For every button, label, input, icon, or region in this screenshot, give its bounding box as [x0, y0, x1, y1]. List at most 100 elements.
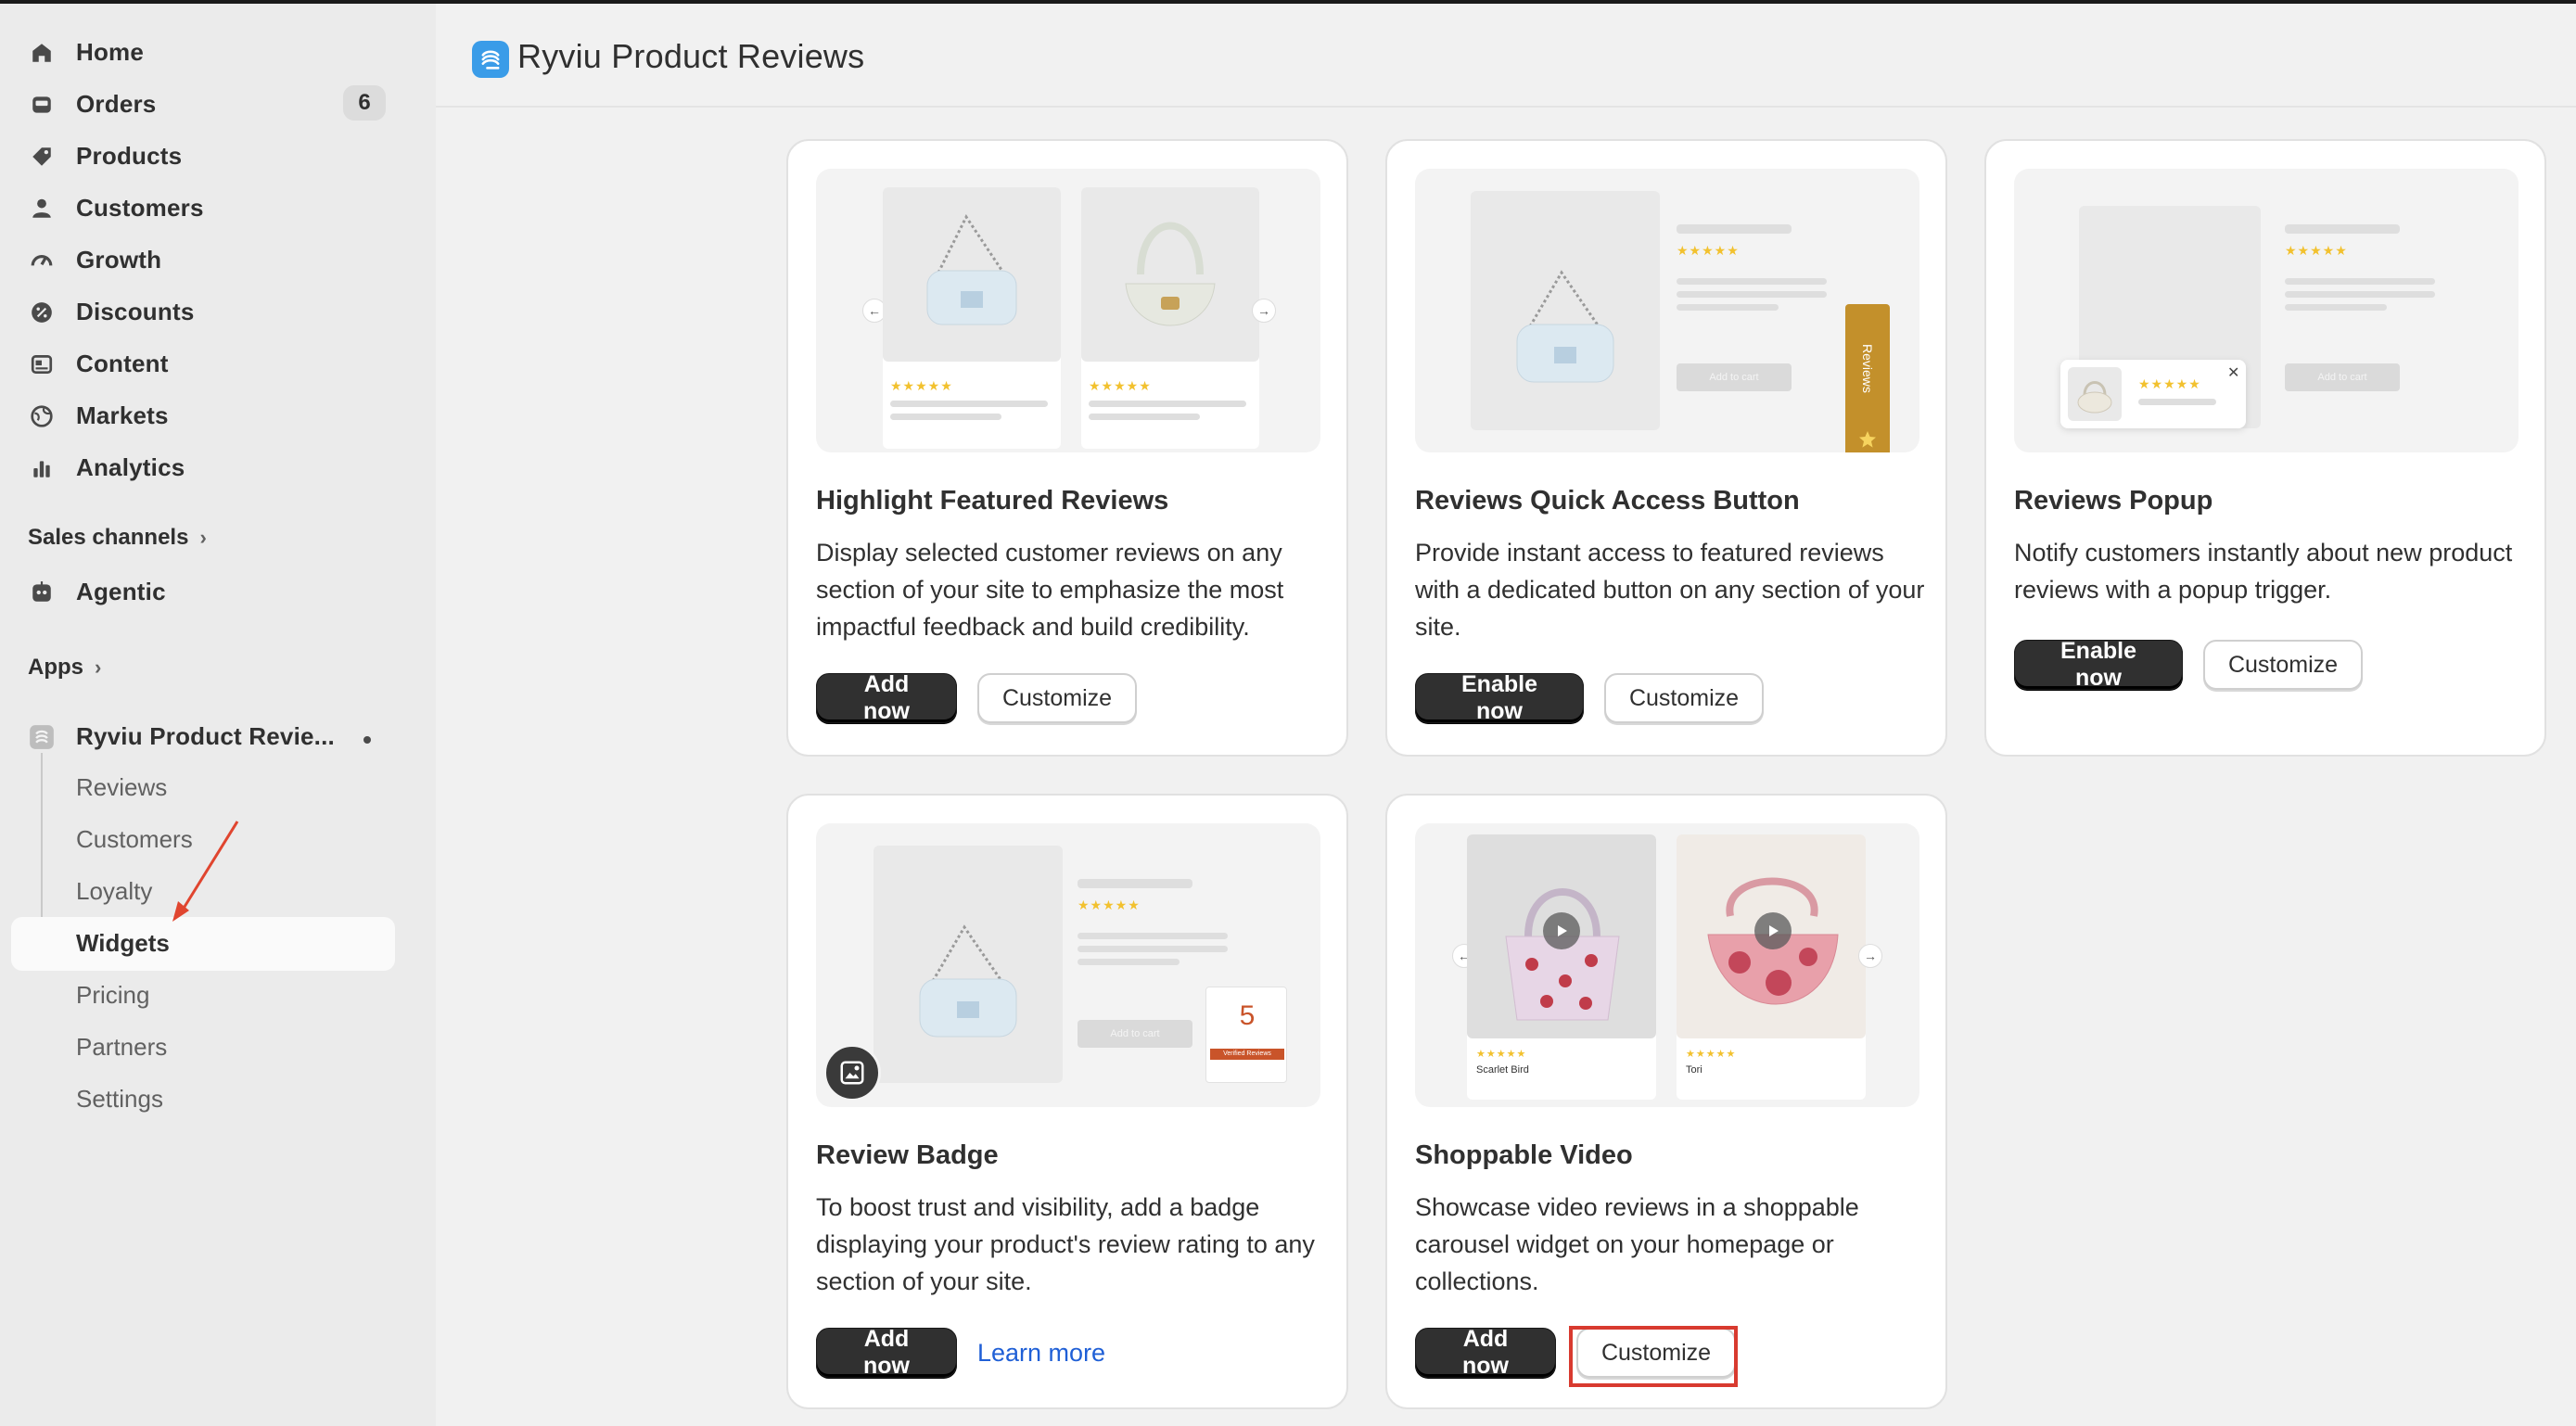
gauge-icon — [28, 247, 56, 274]
quick-access-preview: ★★★★★ Add to cart Reviews — [1415, 169, 1919, 452]
learn-more-link[interactable]: Learn more — [977, 1339, 1105, 1368]
nav-label: Analytics — [76, 452, 185, 481]
nav-customers[interactable]: Customers — [13, 182, 395, 234]
content-icon — [28, 350, 56, 378]
nav-orders[interactable]: Orders 6 — [13, 78, 395, 130]
widget-card-badge: ★★★★★ Add to cart 5 Verified Reviews Rev… — [786, 794, 1348, 1409]
stars-icon: ★★★★★ — [2138, 376, 2201, 391]
play-icon — [1754, 912, 1792, 949]
add-now-button[interactable]: Add now — [1415, 1326, 1556, 1379]
stars-icon: ★★★★★ — [1677, 243, 1740, 258]
text-placeholder — [1078, 879, 1192, 888]
text-placeholder — [1078, 959, 1180, 965]
subnav-reviews[interactable]: Reviews — [76, 773, 167, 802]
nav-label: Content — [76, 349, 169, 377]
enable-now-button[interactable]: Enable now — [1415, 671, 1584, 724]
nav-label: Agentic — [76, 577, 166, 605]
subnav-partners[interactable]: Partners — [76, 1033, 167, 1062]
enable-now-button[interactable]: Enable now — [2014, 638, 2183, 691]
text-placeholder — [890, 414, 1001, 420]
orders-count-badge: 6 — [343, 85, 386, 121]
card-title: Reviews Quick Access Button — [1415, 486, 1800, 516]
app-pin-dot — [363, 736, 371, 744]
bag-icon — [1505, 888, 1620, 1021]
customize-button[interactable]: Customize — [2203, 640, 2363, 690]
add-now-button[interactable]: Add now — [816, 671, 957, 724]
badge-strip: Verified Reviews — [1210, 1049, 1284, 1060]
nav-analytics[interactable]: Analytics — [13, 441, 395, 493]
text-placeholder — [1677, 224, 1792, 234]
stars-icon: ★★★★★ — [2285, 243, 2348, 258]
reviewer-name: Scarlet Bird — [1476, 1064, 1529, 1076]
chevron-right-icon: › — [95, 656, 102, 679]
nav-products[interactable]: Products — [13, 130, 395, 182]
preview-add-to-cart: Add to cart — [1078, 1020, 1192, 1048]
card-description: Showcase video reviews in a shoppable ca… — [1415, 1193, 1859, 1295]
highlight-annotation-box — [1569, 1326, 1738, 1387]
card-description: To boost trust and visibility, add a bad… — [816, 1193, 1315, 1295]
stars-icon: ★★★★★ — [890, 378, 953, 393]
nav-label: Customers — [76, 193, 204, 222]
text-placeholder — [1078, 933, 1228, 939]
text-placeholder — [1078, 946, 1228, 952]
nav-label: Products — [76, 141, 183, 170]
nav-label: Orders — [76, 89, 157, 118]
text-placeholder — [1677, 304, 1779, 311]
apps-header[interactable]: Apps › — [28, 655, 101, 681]
arrow-right-icon: → — [1858, 944, 1882, 968]
close-icon: ✕ — [2227, 365, 2240, 381]
subnav-pricing[interactable]: Pricing — [76, 981, 149, 1010]
reviews-tab-label: Reviews — [1860, 343, 1875, 393]
subnav-loyalty[interactable]: Loyalty — [76, 877, 152, 906]
badge-number: 5 — [1239, 1000, 1256, 1031]
widget-card-shoppable-video: ← ★★★★★ Scarlet Bird ★★★★★ Tori → Shoppa… — [1385, 794, 1947, 1409]
text-placeholder — [2285, 224, 2400, 234]
widget-card-highlight: ← ★★★★★ ★★★★★ → Highlight Featured Revie… — [786, 139, 1348, 757]
widget-card-popup: ★★★★★ Add to cart ★★★★★ ✕ Reviews Popup … — [1984, 139, 2546, 757]
shoppable-video-preview: ← ★★★★★ Scarlet Bird ★★★★★ Tori → — [1415, 823, 1919, 1107]
nav-markets[interactable]: Markets — [13, 389, 395, 441]
nav-discounts[interactable]: Discounts — [13, 286, 395, 337]
nav-app-ryviu[interactable]: Ryviu Product Revie... — [13, 710, 395, 762]
reviewer-name: Tori — [1686, 1064, 1702, 1076]
text-placeholder — [2285, 304, 2387, 311]
nav-content[interactable]: Content — [13, 337, 395, 389]
tag-icon — [28, 143, 56, 171]
annotation-arrow — [172, 821, 239, 922]
person-icon — [28, 195, 56, 223]
widget-card-quick-access: ★★★★★ Add to cart Reviews Reviews Quick … — [1385, 139, 1947, 757]
subnav-settings[interactable]: Settings — [76, 1085, 163, 1114]
ryviu-logo-icon — [472, 41, 509, 78]
card-title: Shoppable Video — [1415, 1140, 1633, 1170]
popup-preview: ★★★★★ Add to cart ★★★★★ ✕ — [2014, 169, 2519, 452]
ryviu-app-icon — [28, 723, 56, 751]
nav-label: Discounts — [76, 297, 195, 325]
sales-channels-label: Sales channels — [28, 525, 189, 550]
star-icon — [1859, 431, 1876, 448]
bag-icon — [2077, 381, 2112, 414]
arrow-right-icon: → — [1252, 299, 1276, 323]
add-now-button[interactable]: Add now — [816, 1326, 957, 1379]
sales-channels-header[interactable]: Sales channels › — [28, 525, 207, 551]
bag-icon — [919, 924, 1017, 1038]
nav-growth[interactable]: Growth — [13, 234, 395, 286]
customize-button[interactable]: Customize — [977, 673, 1137, 723]
nav-agentic[interactable]: Agentic — [13, 566, 395, 618]
text-placeholder — [1677, 291, 1827, 298]
sidebar: Home Orders 6 Products Customers Growth … — [0, 4, 436, 1426]
text-placeholder — [1089, 401, 1246, 407]
card-title: Review Badge — [816, 1140, 999, 1170]
globe-icon — [28, 402, 56, 430]
orders-icon — [28, 91, 56, 119]
reviews-tab-preview: Reviews — [1845, 304, 1890, 452]
subnav-widgets[interactable]: Widgets — [76, 929, 170, 958]
card-title: Reviews Popup — [2014, 486, 2213, 516]
nav-label: Markets — [76, 401, 169, 429]
text-placeholder — [2138, 399, 2216, 405]
nav-home[interactable]: Home — [13, 26, 395, 78]
text-placeholder — [1089, 414, 1200, 420]
stars-icon: ★★★★★ — [1078, 898, 1141, 912]
bag-icon — [1516, 270, 1614, 383]
customize-button[interactable]: Customize — [1604, 673, 1764, 723]
apps-label: Apps — [28, 655, 83, 680]
